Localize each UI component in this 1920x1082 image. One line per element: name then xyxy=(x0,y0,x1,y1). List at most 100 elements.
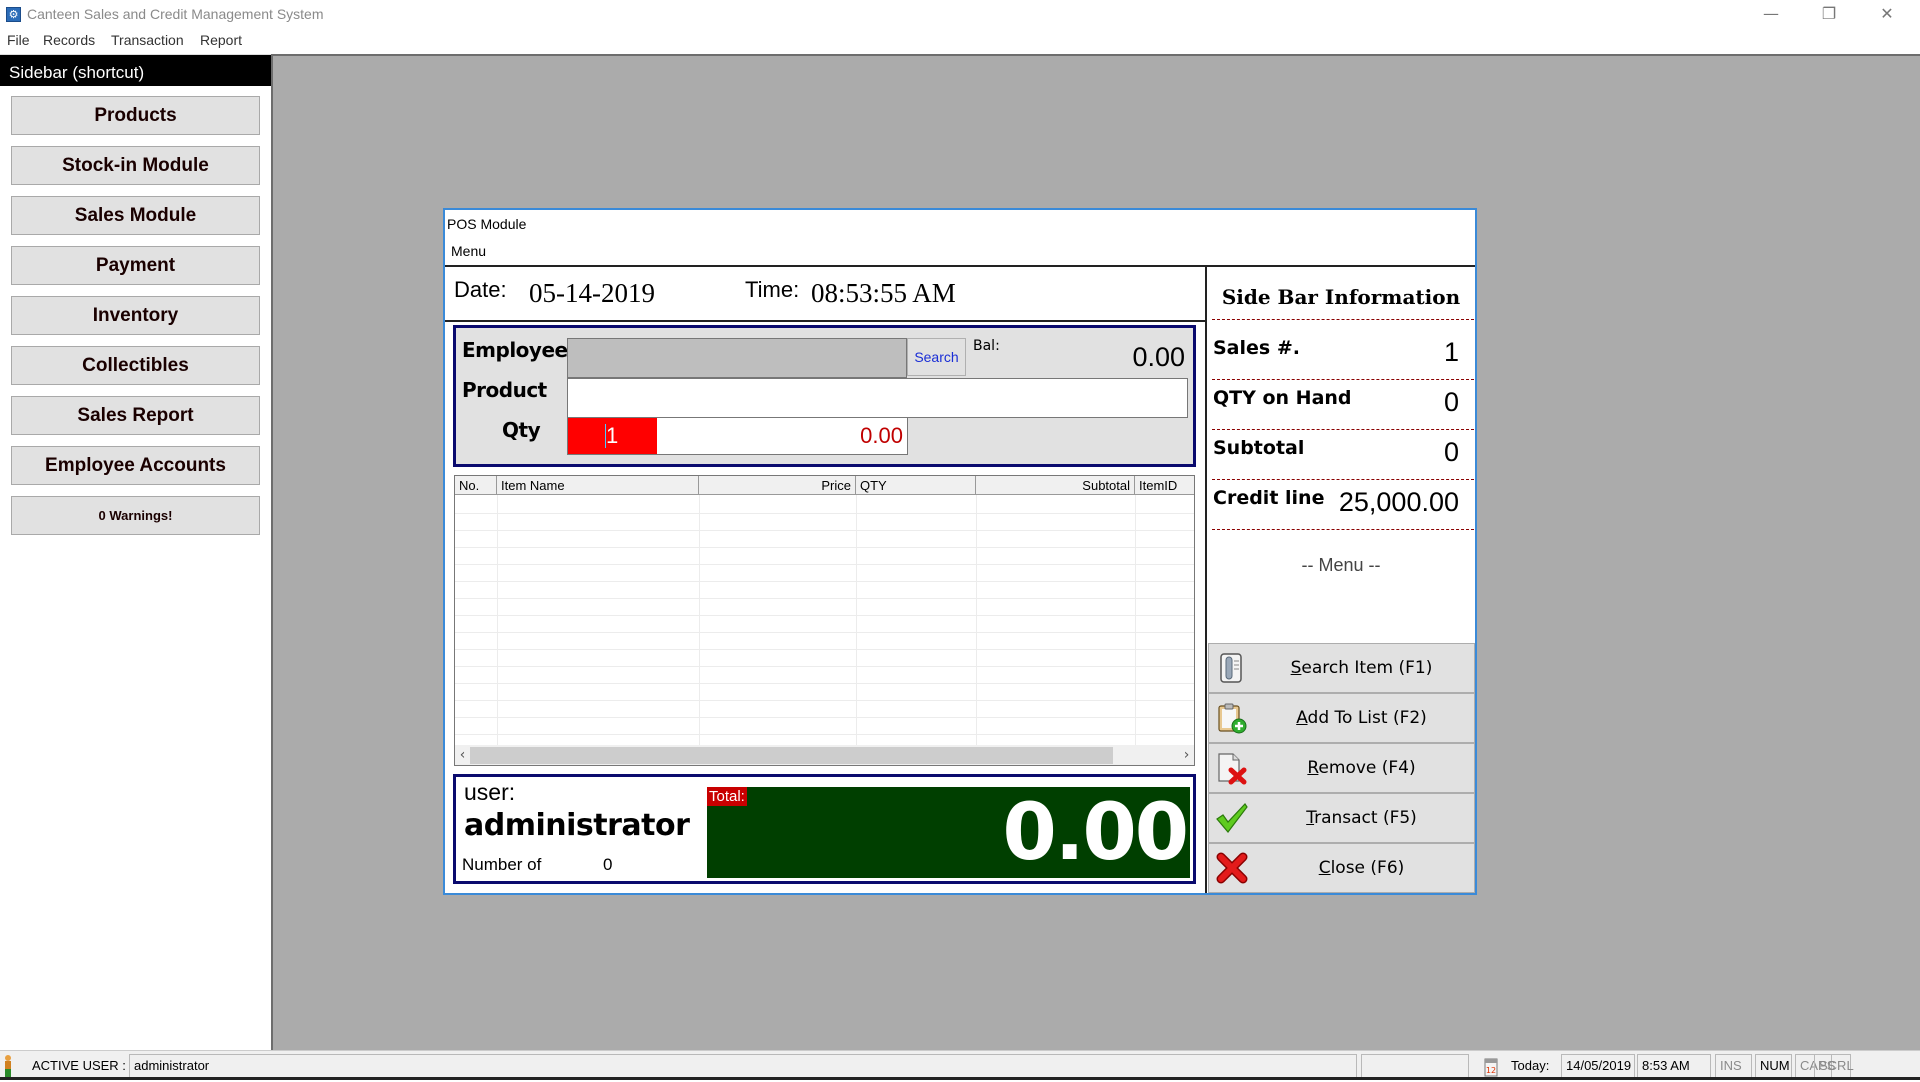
column-header-price[interactable]: Price xyxy=(699,476,856,495)
restore-button[interactable]: ❐ xyxy=(1806,0,1852,30)
sales-number-label: Sales #. xyxy=(1213,337,1300,359)
qty-label: Qty xyxy=(502,418,541,442)
sidebar-stock-in-button[interactable]: Stock-in Module xyxy=(11,146,260,185)
datetime-row: Date: 05-14-2019 Time: 08:53:55 AM xyxy=(445,267,1207,322)
menu-file[interactable]: File xyxy=(7,32,30,48)
grid-row-line xyxy=(455,564,1194,565)
user-figure-icon xyxy=(3,1054,13,1078)
transact-label: Transact (F5) xyxy=(1249,794,1474,842)
grid-row-line xyxy=(455,683,1194,684)
credit-line-label: Credit line xyxy=(1213,487,1325,509)
qty-price-value: 0.00 xyxy=(860,423,903,448)
dashed-divider xyxy=(1212,379,1474,380)
sidebar-collectibles-button[interactable]: Collectibles xyxy=(11,346,260,385)
total-label: Total: xyxy=(707,787,747,806)
active-user-label: ACTIVE USER : xyxy=(32,1058,126,1073)
add-to-list-label: Add To List (F2) xyxy=(1249,694,1474,742)
remove-document-icon xyxy=(1215,751,1249,785)
column-header-qty[interactable]: QTY xyxy=(856,476,976,495)
sidebar-sales-report-button[interactable]: Sales Report xyxy=(11,396,260,435)
column-header-no[interactable]: No. xyxy=(455,476,497,495)
qty-field-group: 1 0.00 xyxy=(567,417,908,455)
employee-label: Employee xyxy=(462,338,568,362)
search-item-button[interactable]: Search Item (F1) xyxy=(1208,643,1475,693)
pos-window-title: POS Module xyxy=(447,216,527,232)
column-header-subtotal[interactable]: Subtotal xyxy=(976,476,1135,495)
scrl-indicator: SCRL xyxy=(1814,1054,1854,1078)
minimize-button[interactable]: — xyxy=(1748,0,1794,30)
items-grid[interactable]: No. Item Name Price QTY Subtotal ItemID … xyxy=(454,475,1195,766)
grid-row-line xyxy=(455,581,1194,582)
close-button[interactable]: Close (F6) xyxy=(1208,843,1475,893)
dashed-divider xyxy=(1212,529,1474,530)
balance-value: 0.00 xyxy=(1132,342,1185,372)
subtotal-label: Subtotal xyxy=(1213,437,1305,459)
user-name: administrator xyxy=(464,808,690,843)
svg-text:12: 12 xyxy=(1486,1066,1496,1075)
grid-column-line xyxy=(699,495,700,747)
hotkey-letter: R xyxy=(1307,758,1319,778)
scroll-right-icon[interactable]: › xyxy=(1179,745,1194,765)
number-of-items-value: 0 xyxy=(603,855,613,874)
status-time: 8:53 AM xyxy=(1637,1054,1711,1078)
subtotal-value: 0 xyxy=(1443,437,1459,467)
hotkey-letter: T xyxy=(1306,808,1315,828)
scrollbar-thumb[interactable] xyxy=(470,747,1113,764)
pos-module-window: POS Module Menu Date: 05-14-2019 Time: 0… xyxy=(443,208,1477,895)
close-x-icon xyxy=(1215,851,1249,885)
dashed-divider xyxy=(1212,479,1474,480)
add-to-list-button[interactable]: Add To List (F2) xyxy=(1208,693,1475,743)
close-label: Close (F6) xyxy=(1249,844,1474,892)
employee-search-button[interactable]: Search xyxy=(907,338,966,376)
menu-report[interactable]: Report xyxy=(200,32,242,48)
sidebar-warnings-button[interactable]: 0 Warnings! xyxy=(11,496,260,535)
sidebar-header: Sidebar (shortcut) xyxy=(0,55,271,86)
number-of-items-label: Number of xyxy=(462,855,542,874)
side-bar-information: Side Bar Information Sales #. 1 QTY on H… xyxy=(1207,267,1475,643)
window-title: Canteen Sales and Credit Management Syst… xyxy=(27,6,324,22)
qty-input[interactable]: 1 xyxy=(568,418,657,454)
menu-caption: -- Menu -- xyxy=(1301,555,1381,575)
qty-on-hand-value: 0 xyxy=(1443,387,1459,417)
grid-row-line xyxy=(455,598,1194,599)
sidebar-sales-module-button[interactable]: Sales Module xyxy=(11,196,260,235)
menu-transaction[interactable]: Transaction xyxy=(111,32,184,48)
balance-label: Bal: xyxy=(973,338,1000,354)
app-gear-icon: ⚙ xyxy=(6,7,21,22)
dashed-divider xyxy=(1212,429,1474,430)
scroll-left-icon[interactable]: ‹ xyxy=(455,745,470,765)
time-label: Time: xyxy=(745,277,800,302)
today-label: Today: xyxy=(1511,1058,1550,1073)
remove-label: Remove (F4) xyxy=(1249,744,1474,792)
horizontal-scrollbar[interactable]: ‹ › xyxy=(455,745,1194,765)
menu-records[interactable]: Records xyxy=(43,32,95,48)
sidebar-products-button[interactable]: Products xyxy=(11,96,260,135)
label-text: ransact (F5) xyxy=(1314,808,1417,828)
add-clipboard-icon xyxy=(1215,701,1249,735)
dashed-divider xyxy=(1212,319,1474,320)
sidebar-employee-accounts-button[interactable]: Employee Accounts xyxy=(11,446,260,485)
menu-bar: File Records Transaction Report xyxy=(0,30,1920,54)
close-window-button[interactable]: ✕ xyxy=(1864,0,1910,30)
sidebar-inventory-button[interactable]: Inventory xyxy=(11,296,260,335)
remove-button[interactable]: Remove (F4) xyxy=(1208,743,1475,793)
column-header-itemid[interactable]: ItemID xyxy=(1135,476,1194,495)
checkmark-icon xyxy=(1215,801,1249,835)
employee-input[interactable] xyxy=(567,338,907,378)
column-header-item-name[interactable]: Item Name xyxy=(497,476,699,495)
product-input[interactable] xyxy=(567,378,1188,418)
transact-button[interactable]: Transact (F5) xyxy=(1208,793,1475,843)
grid-row-line xyxy=(455,666,1194,667)
grid-column-line xyxy=(1135,495,1136,747)
search-item-label: Search Item (F1) xyxy=(1249,644,1474,692)
grid-row-line xyxy=(455,513,1194,514)
ins-indicator: INS xyxy=(1715,1054,1752,1078)
grid-row-line xyxy=(455,615,1194,616)
num-indicator: NUM xyxy=(1755,1054,1792,1078)
calendar-icon: 12 xyxy=(1484,1055,1498,1077)
user-label: user: xyxy=(464,779,516,805)
pos-menu[interactable]: Menu xyxy=(451,243,486,259)
sidebar-payment-button[interactable]: Payment xyxy=(11,246,260,285)
grid-row-line xyxy=(455,700,1194,701)
total-value: 0.00 xyxy=(1002,788,1189,878)
